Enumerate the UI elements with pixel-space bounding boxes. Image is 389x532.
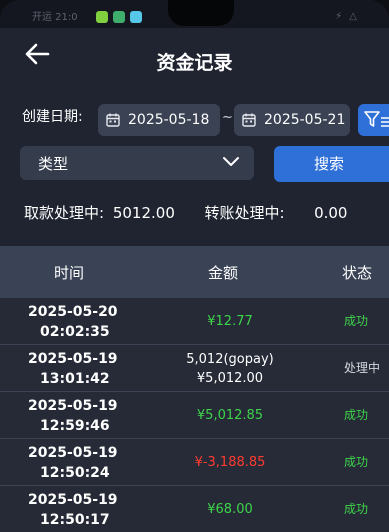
record-time: 2025-05-20 02:02:35 [28, 302, 118, 342]
record-status: 成功 [344, 455, 369, 469]
record-status: 处理中 [344, 361, 381, 375]
status-carrier: 开运 21:0 [32, 12, 78, 23]
end-date-value: 2025-05-21 [264, 112, 346, 128]
column-header-amount: 金额 [208, 264, 239, 282]
end-date-picker[interactable]: 2025-05-21 [234, 104, 350, 136]
record-date: 2025-05-19 [28, 398, 118, 414]
record-clock: 02:02:35 [40, 324, 110, 340]
record-time: 2025-05-19 13:01:42 [28, 349, 118, 389]
date-label: 创建日期: [22, 109, 83, 125]
filter-icon [364, 111, 389, 127]
record-amount-primary: ¥5,012.85 [196, 408, 264, 423]
record-status: 成功 [344, 314, 369, 328]
notification-icons [96, 11, 142, 23]
chevron-down-icon [223, 157, 239, 166]
record-date: 2025-05-19 [28, 492, 118, 508]
processing-summary: 取款处理中: 5012.00 转账处理中: 0.00 [24, 202, 351, 223]
table-row[interactable]: 2025-05-19 12:50:17 ¥68.00 成功 [0, 486, 389, 532]
type-dropdown-label: 类型 [38, 155, 69, 173]
record-time: 2025-05-19 12:50:24 [28, 443, 118, 483]
start-date-value: 2025-05-18 [128, 112, 210, 128]
column-header-status: 状态 [342, 264, 373, 282]
record-clock: 12:59:46 [40, 418, 110, 434]
record-amount: ¥12.77 [170, 298, 290, 345]
record-amount: ¥5,012.85 [170, 392, 290, 439]
record-amount-primary: ¥68.00 [207, 502, 253, 517]
record-date: 2025-05-20 [28, 304, 118, 320]
transfer-processing-value: 0.00 [314, 204, 348, 222]
record-amount-primary: 5,012(gopay) [186, 351, 274, 367]
record-amount-secondary: ¥5,012.00 [196, 370, 264, 386]
table-row[interactable]: 2025-05-19 12:50:24 ¥-3,188.85 成功 [0, 439, 389, 486]
type-dropdown[interactable]: 类型 [20, 146, 254, 180]
record-clock: 12:50:17 [40, 512, 110, 528]
calendar-icon [242, 113, 256, 127]
record-amount-primary: ¥-3,188.85 [194, 455, 266, 470]
date-filter-row: 创建日期: 2025-05-18 ~ 2025-05-21 [22, 104, 389, 136]
camera-notch [168, 0, 234, 26]
column-header-time: 时间 [54, 264, 85, 282]
app-screen: 开运 21:0 ⚡ △ 资金记录 创建日期: 2025-05-18 ~ 2025… [0, 0, 389, 532]
withdraw-processing-label: 取款处理中: [24, 204, 105, 222]
withdraw-processing-value: 5012.00 [112, 204, 175, 222]
record-amount: 5,012(gopay) ¥5,012.00 [170, 345, 290, 392]
start-date-picker[interactable]: 2025-05-18 [98, 104, 220, 136]
transfer-processing-label: 转账处理中: [204, 204, 285, 222]
record-clock: 12:50:24 [40, 465, 110, 481]
table-row[interactable]: 2025-05-20 02:02:35 ¥12.77 成功 [0, 298, 389, 345]
record-amount: ¥-3,188.85 [170, 439, 290, 486]
app-notification-icon [96, 11, 108, 23]
record-date: 2025-05-19 [28, 445, 118, 461]
record-status: 成功 [344, 408, 369, 422]
table-header: 时间 金额 状态 [0, 246, 389, 298]
records-list: 2025-05-20 02:02:35 ¥12.77 成功 2025-05-19 13:0… [0, 298, 389, 532]
record-amount-primary: ¥12.77 [207, 314, 253, 329]
page-title: 资金记录 [156, 52, 233, 74]
record-time: 2025-05-19 12:50:17 [28, 490, 118, 530]
app-notification-icon [113, 11, 125, 23]
record-time: 2025-05-19 12:59:46 [28, 396, 118, 436]
record-date: 2025-05-19 [28, 351, 118, 367]
record-amount: ¥68.00 [170, 486, 290, 532]
table-row[interactable]: 2025-05-19 13:01:42 5,012(gopay) ¥5,012.00 处… [0, 345, 389, 392]
table-row[interactable]: 2025-05-19 12:59:46 ¥5,012.85 成功 [0, 392, 389, 439]
calendar-icon [106, 113, 120, 127]
app-notification-icon [130, 11, 142, 23]
date-separator: ~ [222, 110, 233, 125]
filter-button[interactable] [358, 104, 389, 136]
status-bar: 开运 21:0 ⚡ △ [0, 0, 389, 28]
record-clock: 13:01:42 [40, 371, 110, 387]
search-button[interactable]: 搜索 [274, 146, 389, 182]
system-status-icons: ⚡ △ [335, 11, 359, 22]
page-header: 资金记录 [0, 28, 389, 88]
record-status: 成功 [344, 502, 369, 516]
